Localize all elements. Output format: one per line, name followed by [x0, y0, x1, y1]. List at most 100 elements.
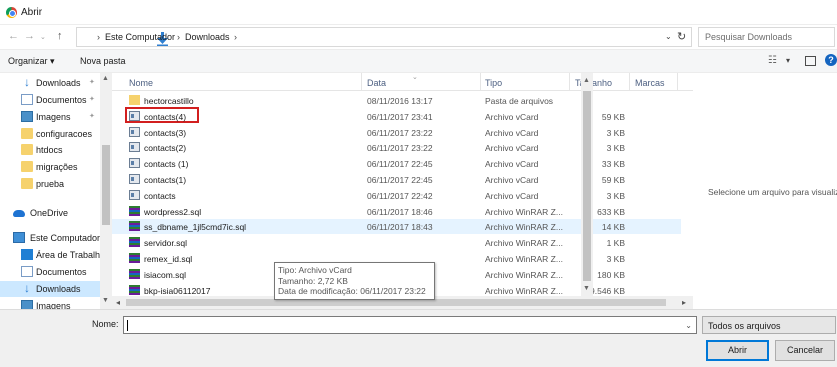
file-row[interactable]: ss_dbname_1jl5cmd7ic.sql 06/11/2017 18:43… [112, 219, 681, 235]
scroll-up-icon[interactable]: ▲ [102, 75, 109, 82]
sidebar-item-documentos[interactable]: Documentos [0, 264, 100, 280]
file-name: hectorcastillo [144, 96, 194, 106]
chevron-down-icon[interactable]: ⌄ [665, 32, 672, 41]
scroll-down-icon[interactable]: ▼ [583, 285, 590, 292]
sidebar-item-downloads[interactable]: ↓ Downloads [0, 281, 100, 297]
chevron-down-icon[interactable]: ▾ [786, 56, 790, 65]
file-row[interactable]: contacts(4) 06/11/2017 23:41 Archivo vCard… [112, 109, 681, 124]
filename-input[interactable]: ⌄ [123, 316, 697, 334]
pictures-icon [21, 300, 33, 309]
recent-locations-icon[interactable]: ⌄ [40, 33, 46, 41]
organize-button[interactable]: Organizar ▾ [8, 56, 55, 67]
open-button[interactable]: Abrir [706, 340, 769, 361]
sidebar-item-onedrive[interactable]: OneDrive [0, 205, 100, 221]
file-size: 689.546 KB [580, 285, 625, 296]
file-name: wordpress2.sql [144, 206, 202, 217]
pin-icon[interactable]: ✦ [89, 78, 95, 86]
vcard-file-icon [129, 126, 140, 137]
preview-message: Selecione um arquivo para visualizar [708, 187, 837, 197]
sidebar-item-label: Documentos [36, 267, 87, 277]
breadcrumb[interactable]: › Este Computador › Downloads › ⌄ ↻ [76, 27, 692, 47]
file-row[interactable]: contacts(2) 06/11/2017 23:22 Archivo vCard… [112, 140, 681, 155]
sidebar-item-este-computador[interactable]: Este Computador [0, 230, 100, 246]
preview-pane-icon[interactable] [805, 56, 816, 66]
file-type: Archivo WinRAR Z... [485, 285, 563, 296]
file-size: 33 KB [601, 159, 625, 170]
file-type: Pasta de arquivos [485, 96, 554, 106]
file-size: 3 KB [606, 127, 625, 138]
file-name: contacts(3) [144, 127, 187, 138]
sidebar-item-prueba[interactable]: prueba [0, 176, 100, 192]
file-size: 59 KB [601, 175, 625, 185]
sidebar-item-imagens[interactable]: Imagens ✦ [0, 109, 100, 125]
file-row[interactable]: contacts (1) 06/11/2017 22:45 Archivo vCar… [112, 156, 681, 171]
folder-icon [129, 95, 140, 105]
tooltip-size: Tamanho: 2,72 KB [278, 275, 348, 286]
file-row[interactable]: wordpress2.sql 06/11/2017 18:46 Archivo Wi… [112, 204, 681, 219]
pin-icon[interactable]: ✦ [89, 112, 95, 120]
column-date[interactable]: Data [367, 78, 386, 88]
file-date: 06/11/2017 18:43 [367, 222, 433, 233]
file-row[interactable]: hectorcastillo 08/11/2016 13:17 Pasta de a… [112, 93, 681, 108]
file-row[interactable]: contacts 06/11/2017 22:42 Archivo vCard 3 K… [112, 188, 681, 203]
sidebar-item-configuracoes[interactable]: configuracoes [0, 126, 100, 142]
refresh-icon[interactable]: ↻ [677, 30, 686, 43]
up-arrow-icon[interactable]: ↑ [57, 30, 63, 42]
view-options-icon[interactable]: ☷ [768, 55, 777, 66]
file-date: 06/11/2017 18:46 [367, 206, 433, 217]
file-row[interactable]: contacts(3) 06/11/2017 23:22 Archivo vCard… [112, 125, 681, 140]
sidebar-item-label: Este Computador [30, 233, 101, 243]
file-type-filter[interactable]: Todos os arquivos [702, 316, 836, 334]
file-name: bkp-isia06112017 [144, 285, 211, 296]
sidebar-item-htdocs[interactable]: htdocs [0, 142, 100, 158]
cancel-button[interactable]: Cancelar [775, 340, 835, 361]
file-name: ss_dbname_1jl5cmd7ic.sql [144, 222, 247, 233]
file-date: 06/11/2017 22:45 [367, 175, 433, 185]
file-list-scrollbar[interactable]: ▲ ▼ [581, 73, 593, 309]
forward-arrow-icon[interactable]: → [24, 30, 35, 42]
sidebar-item-documentos[interactable]: Documentos ✦ [0, 92, 100, 108]
scroll-right-icon[interactable]: ▸ [682, 298, 686, 307]
sidebar-item-imagens[interactable]: Imagens [0, 298, 100, 309]
chevron-down-icon[interactable]: ⌄ [685, 321, 692, 330]
winrar-archive-icon [129, 205, 140, 216]
sidebar-item-label: Imagens [36, 301, 71, 309]
scrollbar-thumb[interactable] [583, 91, 591, 281]
column-name[interactable]: Nome [129, 78, 153, 88]
breadcrumb-downloads[interactable]: Downloads [185, 32, 230, 42]
back-arrow-icon[interactable]: ← [8, 30, 19, 42]
file-row[interactable]: servidor.sql Archivo WinRAR Z... 1 KB [112, 235, 681, 250]
file-date: 08/11/2016 13:17 [367, 96, 433, 106]
column-type[interactable]: Tipo [485, 78, 502, 88]
folder-icon [21, 144, 33, 155]
pin-icon[interactable]: ✦ [89, 95, 95, 103]
search-input[interactable]: Pesquisar Downloads [698, 27, 835, 47]
sidebar-item-label: Downloads [36, 78, 81, 88]
scroll-up-icon[interactable]: ▲ [583, 77, 590, 84]
breadcrumb-separator-icon: › [97, 32, 100, 42]
scrollbar-thumb[interactable] [126, 299, 666, 306]
sidebar-item-migra-es[interactable]: migrações [0, 159, 100, 175]
new-folder-button[interactable]: Nova pasta [80, 56, 126, 66]
sidebar-item--rea-de-trabalho[interactable]: Área de Trabalho [0, 247, 105, 263]
scroll-left-icon[interactable]: ◂ [116, 298, 120, 307]
help-icon[interactable]: ? [825, 54, 837, 66]
sidebar-item-downloads[interactable]: ↓ Downloads ✦ [0, 75, 100, 91]
file-name: contacts (1) [144, 159, 189, 170]
scrollbar-thumb[interactable] [102, 145, 110, 225]
navigation-scrollbar[interactable]: ▲ ▼ [100, 73, 112, 309]
search-placeholder: Pesquisar Downloads [705, 32, 793, 42]
winrar-archive-icon [129, 284, 140, 295]
scroll-down-icon[interactable]: ▼ [102, 297, 109, 304]
bottom-bar: Nome: ⌄ Todos os arquivos Abrir Cancelar [0, 309, 837, 367]
title-bar: Abrir [0, 0, 837, 25]
breadcrumb-computer[interactable]: Este Computador [105, 32, 175, 42]
column-tags[interactable]: Marcas [635, 78, 665, 88]
file-row[interactable]: contacts(1) 06/11/2017 22:45 Archivo vCard… [112, 172, 681, 187]
sidebar-item-label: OneDrive [30, 208, 69, 218]
vcard-file-icon [129, 158, 140, 169]
sort-indicator-icon: ⌄ [412, 74, 418, 81]
sidebar-item-label: htdocs [36, 145, 63, 155]
file-name: contacts [144, 190, 176, 201]
file-type: Archivo WinRAR Z... [485, 269, 563, 280]
